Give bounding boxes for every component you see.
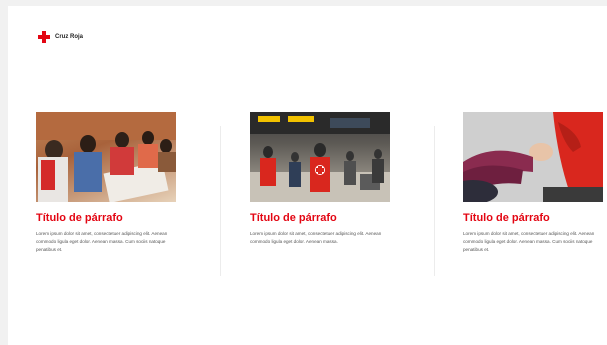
page-container: Cruz Roja Título de párrafo Lorem ipsum … (8, 6, 607, 345)
column-divider (220, 126, 221, 276)
card-2: Título de párrafo Lorem ipsum dolor sit … (250, 112, 392, 246)
card-3: Título de párrafo Lorem ipsum dolor sit … (463, 112, 605, 254)
card-title: Título de párrafo (463, 212, 550, 224)
card-body: Lorem ipsum dolor sit amet, consectetuer… (463, 231, 595, 252)
classroom-photo (36, 112, 176, 202)
airport-photo (250, 112, 390, 202)
hands-photo (463, 112, 603, 202)
column-divider (434, 126, 435, 276)
card-title: Título de párrafo (250, 212, 337, 224)
red-cross-icon (38, 31, 50, 43)
brand-name[interactable]: Cruz Roja (55, 34, 83, 40)
card-1: Título de párrafo Lorem ipsum dolor sit … (36, 112, 178, 254)
card-body: Lorem ipsum dolor sit amet, consectetuer… (36, 231, 168, 252)
header: Cruz Roja (38, 31, 83, 43)
card-body: Lorem ipsum dolor sit amet, consectetuer… (250, 231, 382, 244)
card-title: Título de párrafo (36, 212, 123, 224)
